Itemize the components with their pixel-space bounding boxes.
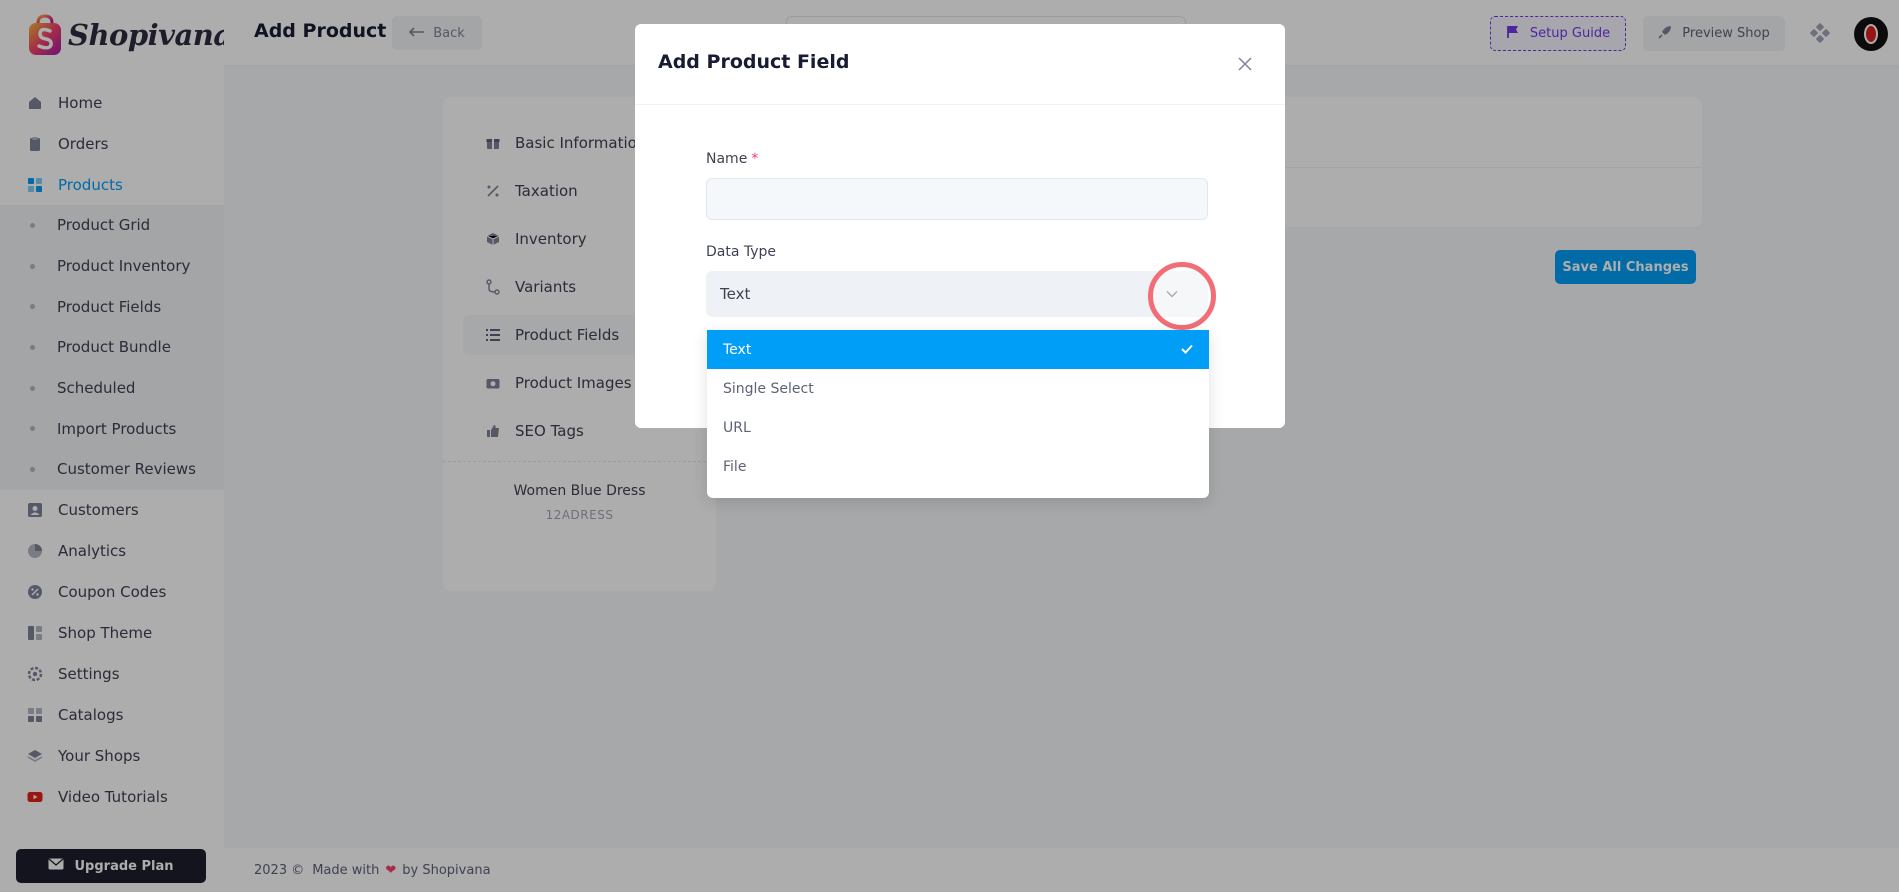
click-indicator [1148, 262, 1216, 330]
dropdown-option-text[interactable]: Text [707, 330, 1209, 369]
option-label: Single Select [723, 380, 814, 397]
name-input[interactable] [706, 178, 1208, 220]
option-label: URL [723, 419, 751, 436]
data-type-selected-value: Text [720, 285, 751, 303]
name-field-label: Name * [706, 151, 758, 167]
modal-header: Add Product Field [635, 24, 1285, 105]
option-label: File [723, 458, 747, 475]
close-icon[interactable] [1233, 52, 1257, 76]
data-type-label: Data Type [706, 244, 777, 260]
dropdown-option-file[interactable]: File [707, 447, 1209, 486]
check-icon [1181, 342, 1193, 358]
dropdown-option-single-select[interactable]: Single Select [707, 369, 1209, 408]
required-asterisk: * [751, 151, 759, 167]
data-type-dropdown-menu: Text Single Select URL File [707, 330, 1209, 498]
modal-title: Add Product Field [658, 51, 850, 73]
option-label: Text [723, 341, 752, 358]
data-type-select[interactable]: Text [706, 271, 1208, 317]
name-label-text: Name [706, 151, 748, 167]
dropdown-option-url[interactable]: URL [707, 408, 1209, 447]
